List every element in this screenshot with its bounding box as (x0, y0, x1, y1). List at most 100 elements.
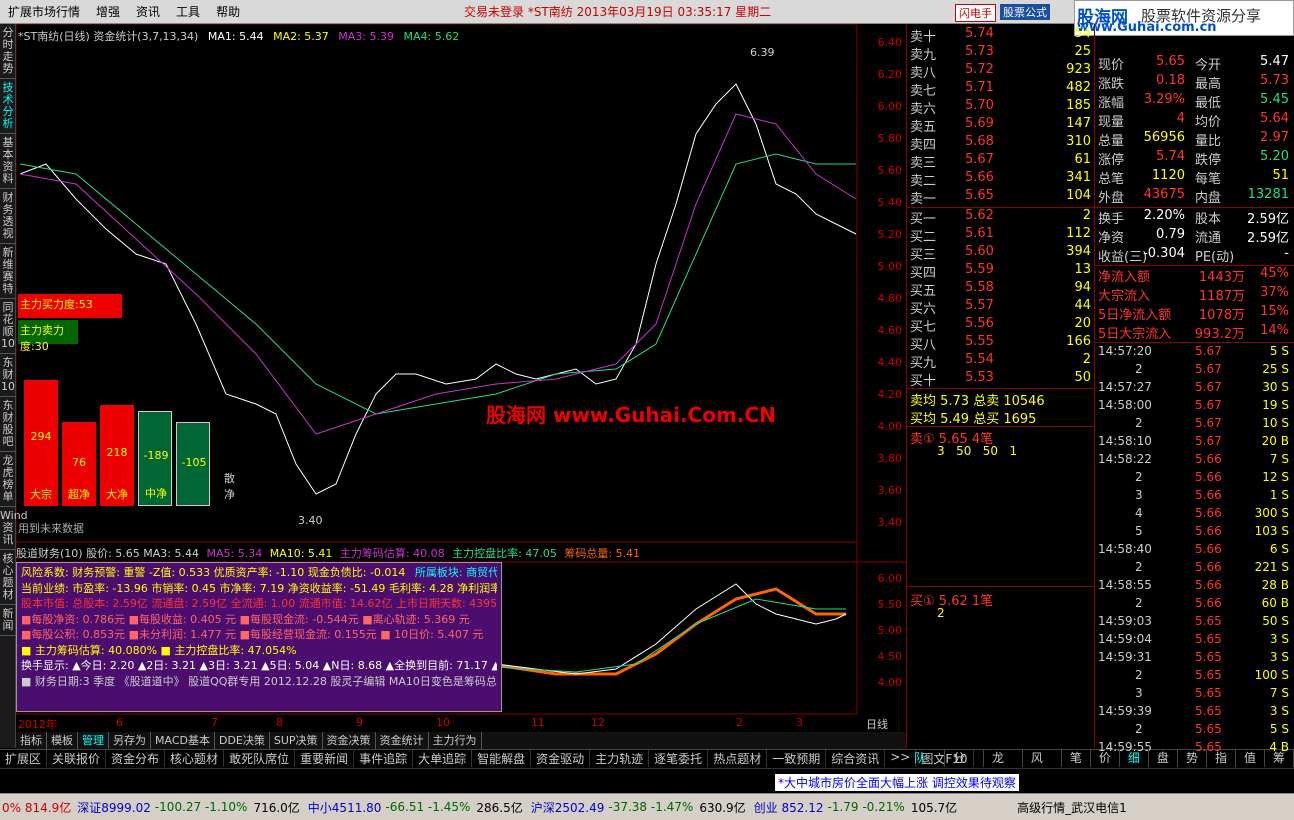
kline-chart[interactable]: *ST南纺(日线) 资金统计(3,7,13,34) MA1: 5.44 MA2:… (16, 24, 906, 732)
tick-row: 2 5.66 221 S (1135, 560, 1289, 574)
tab-main-behavior[interactable]: 主力行为 (429, 732, 482, 749)
rtab-trend[interactable]: 势 (1178, 749, 1207, 767)
menu-item-help[interactable]: 帮助 (208, 3, 248, 20)
order-book: 卖十 5.74 54 卖九 5.73 25 卖八 5.72 923 卖七 5.71 482 卖六… (906, 24, 1095, 748)
ftab-11[interactable]: 逐笔委托 (649, 750, 709, 767)
tab-capital-decision[interactable]: 资金决策 (323, 732, 376, 749)
left-tab-news[interactable]: 新闻 (0, 605, 16, 636)
avg-buy: 买均 5.49 总买 1695 (910, 412, 1037, 427)
news-ticker[interactable]: *大中城市房价全面大幅上涨 调控效果待观察 (0, 768, 1294, 793)
finance-info-panel: 风险系数: 财务预警: 重警 -Z值: 0.533 优质资产率: -1.10 现… (16, 562, 502, 712)
left-tab-xinwei[interactable]: 新维赛特 (0, 244, 16, 299)
sub-y-axis: 6.00 5.50 5.00 4.50 4.00 (877, 572, 903, 689)
bar-large-net: 218 大净 (100, 405, 134, 506)
left-tab-core[interactable]: 核心题材 (0, 550, 16, 605)
left-tab-finance[interactable]: 财务透视 (0, 189, 16, 244)
menu-item-extended[interactable]: 扩展市场行情 (0, 3, 88, 20)
quote-row: 涨幅 3.29% 最低 5.45 (1098, 92, 1289, 111)
tab-save-as[interactable]: 另存为 (109, 732, 151, 749)
tick-row: 2 5.65 100 S (1135, 668, 1289, 682)
menu-item-news[interactable]: 资讯 (128, 3, 168, 20)
buy-row: 买十 5.53 50 (910, 370, 1091, 389)
right-tabs: 队列 分布 龙虎 风向 笔 价 细 盘 势 指 值 筹 (906, 749, 1294, 782)
menu-item-enhance[interactable]: 增强 (88, 3, 128, 20)
buy-row: 买九 5.54 2 (910, 352, 1091, 371)
quote-row: 涨停 5.74 跌停 5.20 (1098, 149, 1289, 168)
buy-row: 买一 5.62 2 (910, 208, 1091, 227)
left-tab-ths[interactable]: 同花顺10 (0, 299, 16, 354)
left-tab-wind[interactable]: Wind资讯 (0, 507, 28, 550)
formula-button[interactable]: 股票公式 (1000, 4, 1050, 20)
left-tab-technical[interactable]: 技术分析 (0, 79, 16, 134)
rtab-value[interactable]: 值 (1236, 749, 1265, 767)
ftab-3[interactable]: 核心题材 (165, 750, 225, 767)
sell-row: 卖二 5.66 341 (910, 170, 1091, 189)
buy1-queue-header: 买① 5.62 1笔 (910, 594, 994, 609)
tab-template[interactable]: 模板 (47, 732, 78, 749)
sub-chart-header: 股道财务(10) 股价: 5.65 MA3: 5.44 MA5: 5.34 MA… (16, 547, 641, 560)
sub-line-green (495, 598, 846, 673)
tick-row: 14:57:20 5.67 5 S (1098, 344, 1289, 358)
retail-net-label: 散净 (224, 472, 235, 501)
rtab-queue[interactable]: 队列 (906, 749, 945, 782)
rtab-distribution[interactable]: 分布 (945, 749, 984, 782)
sell-row: 卖一 5.65 104 (910, 188, 1091, 207)
flow-row: 净流入额 1443万 45% (1098, 266, 1289, 285)
ftab-7[interactable]: 大单追踪 (413, 750, 473, 767)
ftab-2[interactable]: 资金分布 (106, 750, 166, 767)
tab-indicator[interactable]: 指标 (16, 732, 47, 749)
quote-row: 收益(三) -0.304 PE(动) - (1098, 246, 1289, 265)
ftab-10[interactable]: 主力轨迹 (590, 750, 650, 767)
tick-row: 3 5.65 7 S (1135, 686, 1289, 700)
rtab-detail[interactable]: 细 (1120, 749, 1149, 767)
sell1-queue: 3 50 50 1 (937, 444, 1018, 458)
ftab-6[interactable]: 事件追踪 (354, 750, 414, 767)
tick-row: 14:58:00 5.67 19 S (1098, 398, 1289, 412)
period-selector[interactable]: 日线 (866, 716, 888, 732)
rtab-index[interactable]: 指 (1207, 749, 1236, 767)
tab-sup[interactable]: SUP决策 (270, 732, 323, 749)
ftab-4[interactable]: 敢死队席位 (224, 750, 296, 767)
tab-dde[interactable]: DDE决策 (215, 732, 270, 749)
ftab-13[interactable]: 一致预期 (767, 750, 827, 767)
left-tab-eastmoney[interactable]: 东财10 (0, 354, 16, 397)
left-tab-basic-info[interactable]: 基本资料 (0, 134, 16, 189)
sell-row: 卖九 5.73 25 (910, 44, 1091, 63)
buy1-queue: 2 (937, 606, 945, 620)
tab-manage[interactable]: 管理 (78, 732, 109, 749)
left-tab-guba[interactable]: 东财股吧 (0, 397, 16, 452)
flash-trade-button[interactable]: 闪电手 (955, 4, 996, 22)
tab-capital-stats[interactable]: 资金统计 (376, 732, 429, 749)
low-price-label: 3.40 (298, 514, 323, 527)
rtab-board[interactable]: 盘 (1149, 749, 1178, 767)
tick-row: 5 5.66 103 S (1135, 524, 1289, 538)
ftab-0[interactable]: 扩展区 (0, 750, 48, 767)
left-tab-intraday[interactable]: 分时走势 (0, 24, 16, 79)
ftab-8[interactable]: 智能解盘 (472, 750, 532, 767)
quote-row: 涨跌 0.18 最高 5.73 (1098, 73, 1289, 92)
ftab-14[interactable]: 综合资讯 (826, 750, 886, 767)
quote-panel: 现价 5.65 今开 5.47 涨跌 0.18 最高 5.73 涨幅 3.29% 最低 5.45 … (1094, 24, 1294, 754)
ftab-1[interactable]: 关联报价 (47, 750, 107, 767)
ftab-9[interactable]: 资金驱动 (531, 750, 591, 767)
buy-row: 买七 5.56 20 (910, 316, 1091, 335)
sell-row: 卖十 5.74 54 (910, 26, 1091, 45)
flow-row: 5日净流入额 1078万 15% (1098, 304, 1289, 323)
rtab-trade[interactable]: 笔 (1062, 749, 1091, 767)
tick-row: 2 5.67 10 S (1135, 416, 1289, 430)
rtab-dragon[interactable]: 龙虎 (984, 749, 1023, 782)
left-tab-dragon[interactable]: 龙虎榜单 (0, 452, 16, 507)
buy-row: 买四 5.59 13 (910, 262, 1091, 281)
sell-row: 卖六 5.70 185 (910, 98, 1091, 117)
tick-list[interactable]: 14:57:20 5.67 5 S 2 5.67 25 S 14:57:27 5.67 30… (1095, 344, 1294, 754)
tick-row: 14:59:31 5.65 3 S (1098, 650, 1289, 664)
tab-macd[interactable]: MACD基本 (151, 732, 215, 749)
rtab-wind[interactable]: 风向 (1023, 749, 1062, 782)
window-title: 交易未登录 *ST南纺 2013年03月19日 03:35:17 星期二 (464, 5, 772, 19)
ftab-12[interactable]: 热点题材 (708, 750, 768, 767)
rtab-price[interactable]: 价 (1091, 749, 1120, 767)
menu-item-tools[interactable]: 工具 (168, 3, 208, 20)
sell-row: 卖三 5.67 61 (910, 152, 1091, 171)
ftab-5[interactable]: 重要新闻 (295, 750, 355, 767)
rtab-chips[interactable]: 筹 (1265, 749, 1294, 767)
